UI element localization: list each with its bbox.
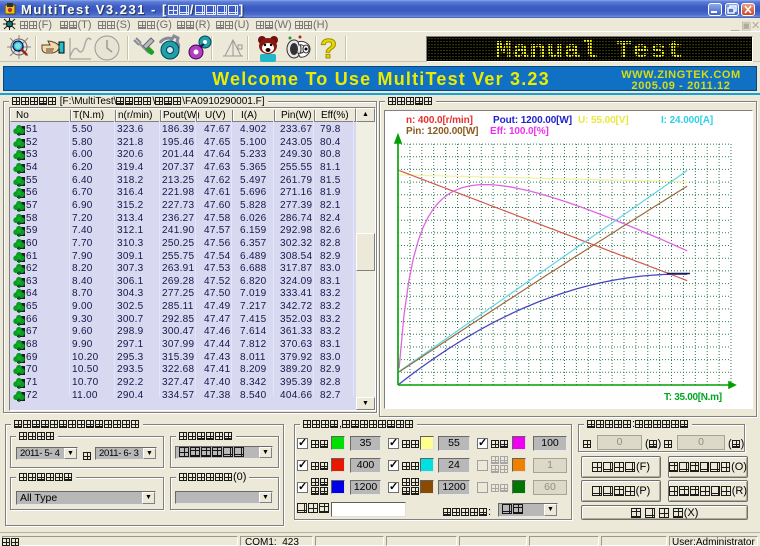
svg-text:?: ?: [320, 34, 337, 62]
